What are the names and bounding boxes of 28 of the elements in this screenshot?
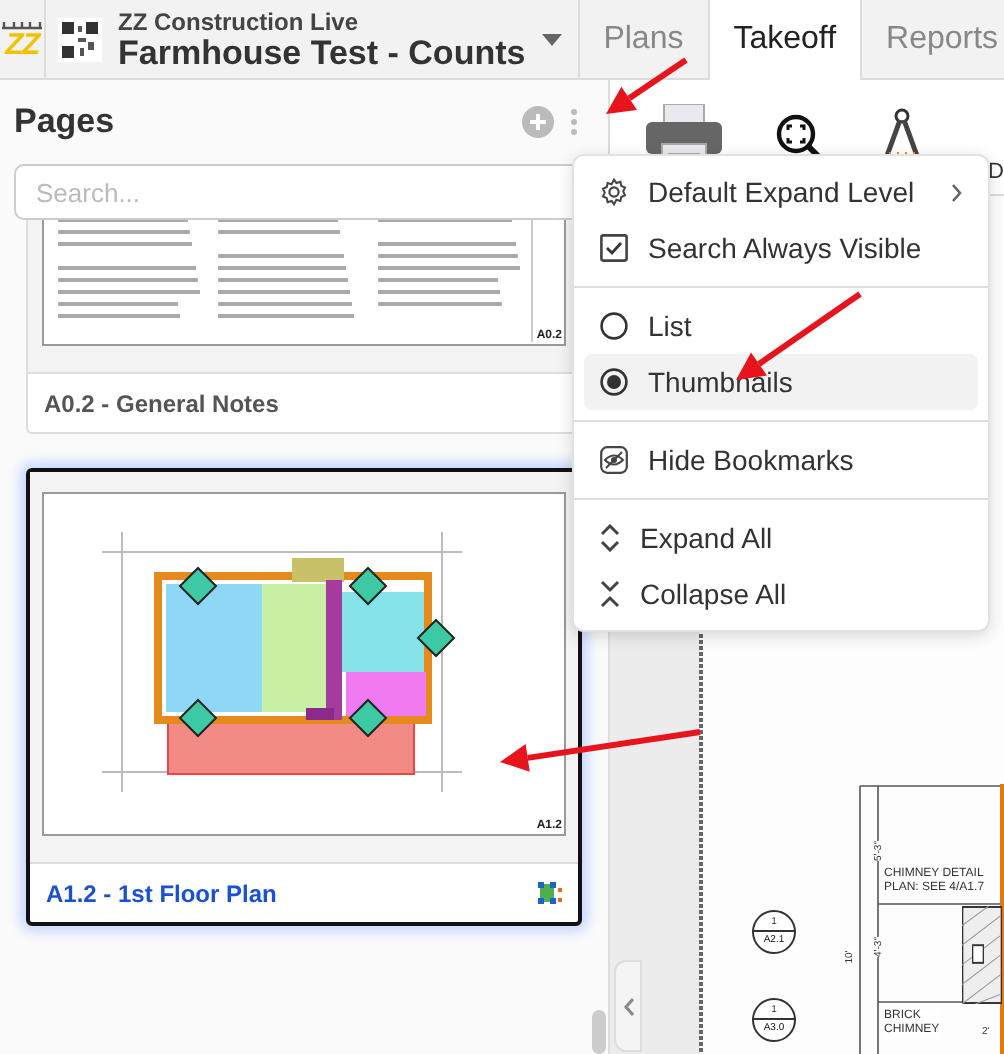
dropdown-caret-icon (541, 33, 562, 45)
chevron-right-icon (952, 183, 962, 201)
menu-item[interactable]: Expand All (584, 510, 978, 566)
company-name: ZZ Construction Live (118, 9, 360, 33)
takeoff-icon (538, 881, 562, 905)
menu-item[interactable]: Search Always Visible (584, 220, 978, 276)
project-selector[interactable]: ZZ Construction Live Farmhouse Test - Counts (46, 0, 580, 78)
tab[interactable]: Takeoff (707, 0, 863, 80)
arrow-annotation (606, 57, 688, 114)
gear-icon (600, 178, 628, 206)
checkbox[interactable] (600, 234, 628, 262)
collapse-icon (600, 580, 620, 608)
project-name: Farmhouse Test - Counts (118, 35, 526, 69)
eye-slash-icon (600, 446, 628, 474)
page-label: A1.2 - 1st Floor Plan (46, 877, 279, 911)
menu-item[interactable]: Thumbnails (584, 354, 978, 410)
menu-item[interactable]: Hide Bookmarks (584, 432, 978, 488)
radio-button[interactable] (600, 368, 628, 396)
menu-item[interactable]: List (584, 298, 978, 354)
panel-title: Pages (14, 100, 117, 145)
radio-button[interactable] (600, 312, 628, 340)
page-label: A0.2 - General Notes (44, 387, 281, 421)
menu-item[interactable]: Collapse All (584, 566, 978, 622)
chevron-left-icon (623, 997, 633, 1015)
qr-code-icon (58, 17, 102, 61)
scrollbar[interactable] (592, 1010, 606, 1054)
expand-icon (600, 524, 620, 552)
toolbar-label: D (988, 158, 1004, 188)
